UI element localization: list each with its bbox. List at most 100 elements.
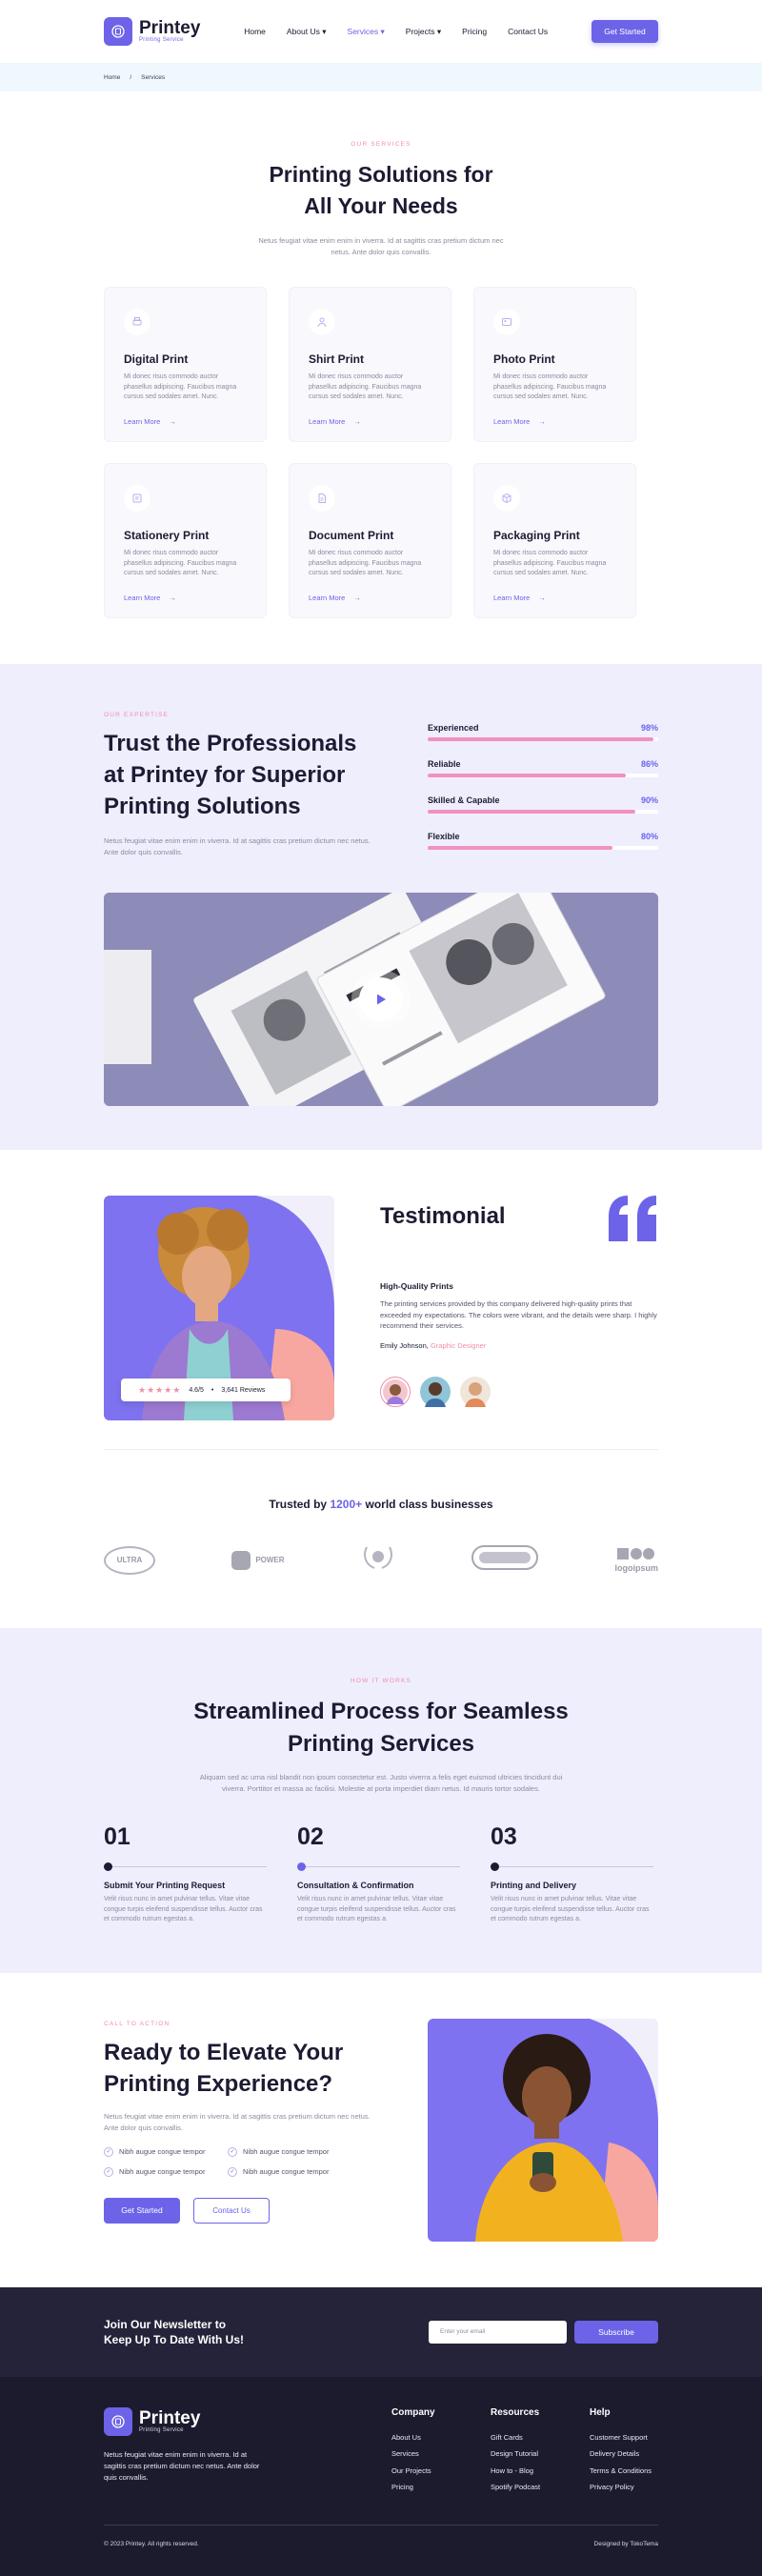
skill-label: Flexible — [428, 832, 460, 841]
site-footer: Printey Printing Service Netus feugiat v… — [0, 2376, 762, 2576]
cta-checklist: ✓ Nibh augue congue tempor ✓ Nibh augue co… — [104, 2146, 380, 2177]
skill-label: Reliable — [428, 759, 461, 769]
avatar[interactable] — [420, 1376, 451, 1407]
check-icon: ✓ — [104, 2166, 113, 2177]
check-item: ✓ Nibh augue congue tempor — [104, 2166, 228, 2177]
trusted-heading: Trusted by 1200+ world class businesses — [104, 1498, 658, 1511]
skill-bar — [428, 810, 658, 814]
arrow-right-icon: → — [169, 593, 176, 602]
video-thumbnail[interactable] — [104, 893, 658, 1106]
breadcrumb-current: Services — [141, 73, 166, 81]
service-card-title: Photo Print — [493, 352, 555, 366]
footer-link[interactable]: How to - Blog — [491, 2463, 550, 2480]
step-dot-icon — [297, 1862, 306, 1871]
footer-brand-logo[interactable]: Printey Printing Service — [104, 2406, 266, 2436]
service-card-title: Shirt Print — [309, 352, 365, 366]
breadcrumb-home[interactable]: Home — [104, 74, 120, 81]
service-card-title: Document Print — [309, 529, 394, 542]
footer-link[interactable]: Privacy Policy — [590, 2479, 658, 2496]
woman-with-phone-image — [428, 2018, 658, 2242]
arrow-right-icon: → — [353, 416, 361, 426]
avatar[interactable] — [460, 1376, 491, 1407]
author-role: Graphic Designer — [430, 1340, 487, 1350]
nav-pricing[interactable]: Pricing — [462, 27, 487, 36]
learn-more-link[interactable]: Learn More → — [309, 417, 431, 426]
service-card-text: Mi donec risus commodo auctor phasellus … — [309, 550, 422, 576]
avatar[interactable] — [380, 1376, 411, 1407]
skill-value: 98% — [640, 723, 658, 733]
skill-label: Experienced — [428, 723, 479, 733]
footer-link[interactable]: Spotify Podcast — [491, 2479, 550, 2496]
process-title-line1: Streamlined Process for Seamless — [193, 1699, 569, 1724]
wreath-logo-icon — [361, 1543, 395, 1577]
step-text: Velit risus nunc in amet pulvinar tellus… — [491, 1896, 650, 1922]
newsletter-title-line1: Join Our Newsletter to — [104, 2317, 227, 2331]
skill-bar — [428, 774, 658, 777]
ultra-logo-text: ULTRA — [116, 1556, 143, 1564]
nav-home[interactable]: Home — [244, 27, 266, 36]
nav-about[interactable]: About Us ▾ — [287, 27, 327, 37]
learn-more-link[interactable]: Learn More → — [124, 594, 247, 602]
expertise-title: Trust the Professionals at Printey for S… — [104, 731, 357, 819]
power-logo-icon: POWER — [231, 1550, 285, 1570]
testimonial-title: Testimonial — [380, 1203, 506, 1229]
process-step: 01 Submit Your Printing Request Velit ri… — [104, 1823, 267, 1925]
skill-label: Skilled & Capable — [428, 795, 500, 805]
footer-link[interactable]: Design Tutorial — [491, 2445, 550, 2463]
process-eyebrow: HOW IT WORKS — [350, 1678, 412, 1684]
arrow-right-icon: → — [538, 593, 546, 602]
trusted-suffix: world class businesses — [365, 1498, 493, 1511]
review-badge: ★★★★★ 4.6/5 • 3,641 Reviews — [121, 1379, 291, 1401]
learn-more-link[interactable]: Learn More → — [309, 594, 431, 602]
header-get-started-button[interactable]: Get Started — [591, 20, 658, 43]
services-grid: Digital Print Mi donec risus commodo auc… — [104, 287, 658, 618]
footer-link[interactable]: Pricing — [391, 2479, 451, 2496]
brand-logo[interactable]: Printey Printing Service — [104, 17, 200, 46]
quote-icon — [609, 1196, 656, 1241]
footer-link[interactable]: Terms & Conditions — [590, 2463, 658, 2480]
service-card-title: Digital Print — [124, 352, 189, 366]
skill-bar-fill — [428, 810, 635, 814]
step-title: Submit Your Printing Request — [104, 1881, 226, 1890]
newsletter-email-input[interactable]: Enter your email — [429, 2320, 567, 2344]
learn-more-link[interactable]: Learn More → — [493, 417, 616, 426]
service-card-text: Mi donec risus commodo auctor phasellus … — [309, 373, 422, 400]
check-label: Nibh augue congue tempor — [119, 2167, 206, 2176]
subscribe-button[interactable]: Subscribe — [574, 2320, 658, 2344]
shirt-icon — [309, 309, 335, 335]
footer-column-title: Help — [590, 2406, 611, 2418]
footer-link[interactable]: Delivery Details — [590, 2445, 658, 2463]
nav-projects[interactable]: Projects ▾ — [406, 27, 441, 37]
arrow-right-icon: → — [538, 416, 546, 426]
cta-contact-button[interactable]: Contact Us — [193, 2197, 270, 2224]
learn-more-label: Learn More — [124, 593, 161, 602]
chevron-down-icon: ▾ — [436, 26, 442, 36]
footer-link[interactable]: Our Projects — [391, 2463, 451, 2480]
learn-more-link[interactable]: Learn More → — [493, 594, 616, 602]
play-button[interactable] — [359, 977, 403, 1021]
service-card: Shirt Print Mi donec risus commodo aucto… — [289, 287, 451, 442]
footer-link[interactable]: About Us — [391, 2429, 451, 2446]
skill-bar — [428, 846, 658, 850]
service-card: Photo Print Mi donec risus commodo aucto… — [473, 287, 636, 442]
footer-link[interactable]: Services — [391, 2445, 451, 2463]
newsletter-title: Join Our Newsletter to Keep Up To Date W… — [104, 2317, 244, 2347]
learn-more-label: Learn More — [309, 593, 346, 602]
footer-column-title: Company — [391, 2406, 435, 2418]
trusted-count: 1200+ — [330, 1498, 363, 1511]
service-card: Document Print Mi donec risus commodo au… — [289, 463, 451, 618]
nav-services[interactable]: Services ▾ — [348, 27, 385, 37]
site-header: Printey Printing Service Home About Us ▾… — [0, 0, 762, 63]
footer-link[interactable]: Gift Cards — [491, 2429, 550, 2446]
rating-value: 4.6/5 — [189, 1386, 204, 1394]
cta-get-started-button[interactable]: Get Started — [104, 2197, 180, 2224]
breadcrumb-separator: / — [130, 73, 132, 81]
document-icon — [309, 485, 335, 512]
skill-bar-fill — [428, 737, 654, 741]
learn-more-link[interactable]: Learn More → — [124, 417, 247, 426]
step-text: Velit risus nunc in amet pulvinar tellus… — [104, 1896, 263, 1922]
trusted-prefix: Trusted by — [269, 1498, 328, 1511]
footer-link[interactable]: Customer Support — [590, 2429, 658, 2446]
nav-contact[interactable]: Contact Us — [508, 27, 548, 36]
step-number: 02 — [297, 1823, 324, 1850]
